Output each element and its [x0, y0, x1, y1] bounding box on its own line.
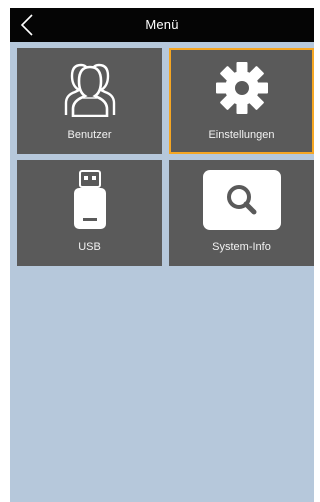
- tile-einstellungen[interactable]: Einstellungen: [169, 48, 314, 154]
- page-title: Menü: [145, 17, 179, 32]
- tile-benutzer[interactable]: Benutzer: [17, 48, 162, 154]
- tile-label: Einstellungen: [208, 129, 275, 141]
- tile-usb[interactable]: USB: [17, 160, 162, 266]
- tile-label: Benutzer: [67, 129, 112, 141]
- tile-system-info[interactable]: System-Info: [169, 160, 314, 266]
- search-icon: [169, 170, 314, 230]
- users-icon: [17, 58, 162, 118]
- gear-icon: [171, 58, 312, 118]
- tile-label: USB: [78, 241, 101, 253]
- header-bar: Menü: [10, 8, 314, 42]
- tile-label: System-Info: [212, 241, 271, 253]
- device-screen: Menü Benutzer Einstellungen USB System-I…: [10, 8, 314, 502]
- usb-drive-icon: [17, 170, 162, 230]
